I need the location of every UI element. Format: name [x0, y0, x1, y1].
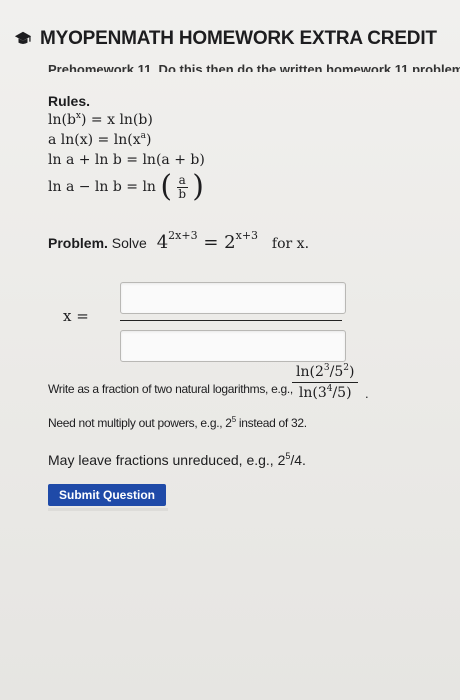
fraction-bar: [120, 320, 342, 321]
rule-sum: ln a + ln b = ln(a + b): [48, 152, 205, 168]
problem-equation: 42x+3 = 2x+3: [156, 229, 259, 253]
page-title: MYOPENMATH HOMEWORK EXTRA CREDIT: [40, 28, 437, 49]
rule-difference-fraction: a b: [176, 172, 188, 201]
submit-question-button[interactable]: Submit Question: [48, 484, 166, 506]
hint-example-fraction: ln(23/52) ln(34/5): [292, 363, 359, 401]
rule-coefficient: a ln(x) = ln(xa): [48, 131, 152, 148]
hint-unreduced: May leave fractions unreduced, e.g., 25/…: [48, 451, 306, 468]
hint-fraction-format: Write as a fraction of two natural logar…: [48, 382, 293, 396]
homework-page: MYOPENMATH HOMEWORK EXTRA CREDIT Prehome…: [0, 0, 460, 700]
problem-statement: Problem. Solve 42x+3 = 2x+3 for x.: [48, 229, 310, 253]
rules-heading: Rules.: [48, 93, 91, 109]
submit-button-shadow: [48, 508, 168, 511]
denominator-input[interactable]: [120, 330, 346, 362]
rule-difference: ln a − ln b = ln ( a b ): [48, 169, 204, 204]
page-header: MYOPENMATH HOMEWORK EXTRA CREDIT: [14, 28, 437, 50]
hint-period: .: [365, 386, 369, 401]
hint-powers: Need not multiply out powers, e.g., 25 i…: [48, 415, 307, 430]
rule-power: ln(bx) = x ln(b): [48, 111, 153, 128]
numerator-input[interactable]: [120, 282, 346, 314]
truncated-instructions: Prehomework 11. Do this then do the writ…: [48, 62, 460, 72]
answer-variable-label: x =: [63, 307, 89, 325]
graduation-cap-icon: [14, 31, 32, 44]
